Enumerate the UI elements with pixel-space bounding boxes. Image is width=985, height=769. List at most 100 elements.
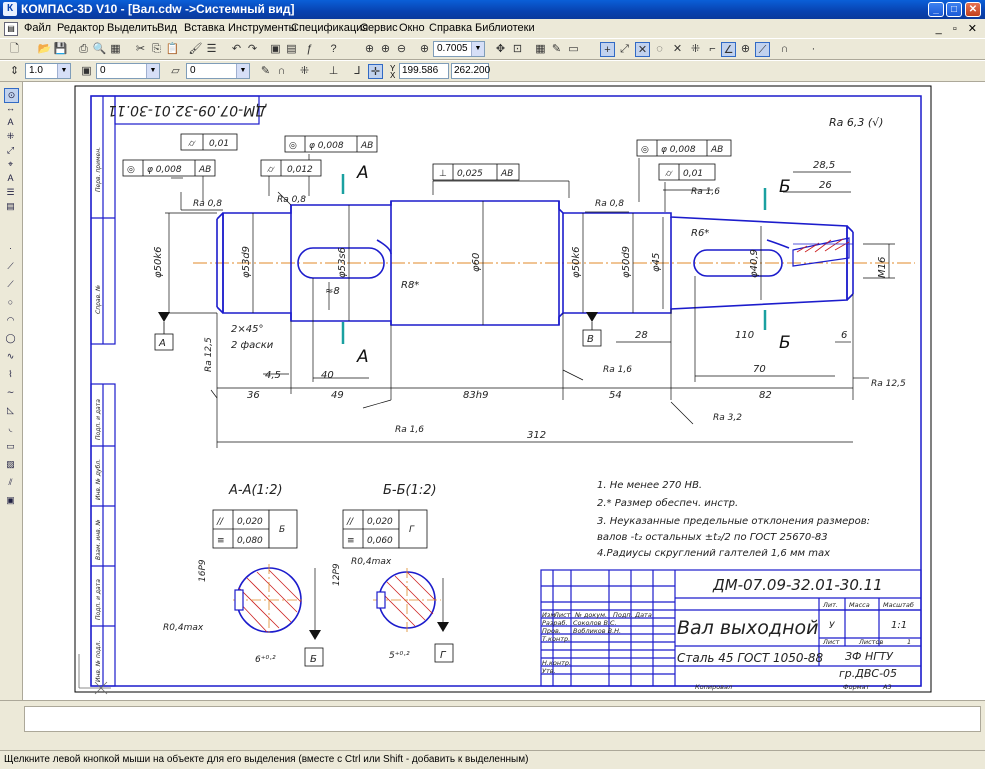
snap-magnet-icon[interactable]: ∩ xyxy=(777,42,792,57)
x-coordinate-field[interactable]: 199.586 xyxy=(399,63,449,79)
zoom-window-icon[interactable]: ⊕ xyxy=(362,42,377,57)
help-icon[interactable]: ? xyxy=(326,42,341,57)
drawing-canvas[interactable]: Перв. примен. Справ. № Подп. и дата Инв.… xyxy=(23,82,985,700)
equidistant-icon[interactable]: ⫽ xyxy=(4,476,17,489)
manager-icon[interactable]: ▣ xyxy=(268,42,283,57)
menu-libraries[interactable]: Библиотеки xyxy=(475,22,535,34)
fillet-icon[interactable]: ◟ xyxy=(4,422,17,435)
ortho-mode-icon[interactable]: ⅃ xyxy=(350,64,365,79)
menu-file[interactable]: Файл xyxy=(24,22,51,34)
snap-more-icon[interactable]: · xyxy=(806,42,821,57)
zoom-out-icon[interactable]: ⊖ xyxy=(394,42,409,57)
snap-normal-icon[interactable]: ✕ xyxy=(670,42,685,57)
curve-icon[interactable]: ∼ xyxy=(4,386,17,399)
snap-angle-icon[interactable]: ∠ xyxy=(721,42,736,57)
snap-center-icon[interactable]: ⊕ xyxy=(738,42,753,57)
arc-icon[interactable]: ◠ xyxy=(4,314,17,327)
spline-icon[interactable]: ∿ xyxy=(4,350,17,363)
polyline-icon[interactable]: ⌇ xyxy=(4,368,17,381)
macro-icon[interactable]: ▣ xyxy=(4,494,17,507)
view-state-icon[interactable]: ▱ xyxy=(168,64,183,79)
layer-combo[interactable]: 0 ▼ xyxy=(96,63,160,79)
grid-icon[interactable]: ⁜ xyxy=(297,64,312,79)
maximize-button[interactable]: □ xyxy=(946,2,962,17)
view-combo[interactable]: 0 ▼ xyxy=(186,63,250,79)
menu-select[interactable]: Выделить xyxy=(107,22,158,34)
menu-view[interactable]: Вид xyxy=(157,22,177,34)
chevron-down-icon[interactable]: ▼ xyxy=(57,64,70,78)
mdi-window-buttons[interactable]: _ ▫ ✕ xyxy=(936,22,981,35)
undo-icon[interactable]: ↶ xyxy=(229,42,244,57)
hatch-icon[interactable]: ▨ xyxy=(4,458,17,471)
y-coordinate-field[interactable]: 262.200 xyxy=(451,63,490,79)
menu-specification[interactable]: Спецификация xyxy=(291,22,368,34)
step-combo[interactable]: 1.0 ▼ xyxy=(25,63,71,79)
redo-icon[interactable]: ↷ xyxy=(245,42,260,57)
menu-editor[interactable]: Редактор xyxy=(57,22,104,34)
paste-icon[interactable]: 📋 xyxy=(165,42,180,57)
snap-intersection-icon[interactable]: ✕ xyxy=(635,42,650,57)
chevron-down-icon[interactable]: ▼ xyxy=(146,64,159,78)
preview-icon[interactable]: 🔍 xyxy=(92,42,107,57)
library-icon[interactable]: ▤ xyxy=(284,42,299,57)
spec-icon[interactable]: ☰ xyxy=(4,186,17,199)
ortho-icon[interactable]: ✎ xyxy=(258,64,273,79)
report-icon[interactable]: ▤ xyxy=(4,200,17,213)
rectangle-icon[interactable]: ▭ xyxy=(4,440,17,453)
ellipse-icon[interactable]: ◯ xyxy=(4,332,17,345)
circle-icon[interactable]: ○ xyxy=(4,296,17,309)
snap-tangent-icon[interactable]: ◌ xyxy=(652,42,667,57)
menu-tools[interactable]: Инструменты xyxy=(228,22,297,34)
zoom-scale-icon[interactable]: ⊕ xyxy=(417,42,432,57)
layer-icon[interactable]: ▣ xyxy=(79,64,94,79)
refresh-icon[interactable]: ▦ xyxy=(533,42,548,57)
save-icon[interactable]: 💾 xyxy=(53,42,68,57)
local-cs-icon[interactable]: ⊥ xyxy=(326,64,341,79)
menu-insert[interactable]: Вставка xyxy=(184,22,225,34)
geometry-icon[interactable]: ⊙ xyxy=(4,88,19,103)
zoom-in-icon[interactable]: ⊕ xyxy=(378,42,393,57)
cut-icon[interactable]: ✂ xyxy=(133,42,148,57)
menu-window[interactable]: Окно xyxy=(399,22,425,34)
zoom-combo[interactable]: 0.7005 ▼ xyxy=(433,41,485,57)
new-document-icon[interactable]: 🗋 xyxy=(7,42,22,57)
snap-nearest-icon[interactable]: ⤢ xyxy=(617,42,632,57)
close-button[interactable]: ✕ xyxy=(965,2,981,17)
edit-icon[interactable]: ⁜ xyxy=(4,130,17,143)
document-menu-icon[interactable]: ▤ xyxy=(4,22,18,36)
kompas-app-icon[interactable]: К xyxy=(3,2,17,16)
line-icon[interactable]: ⟋ xyxy=(4,260,17,273)
chevron-down-icon[interactable]: ▼ xyxy=(236,64,249,78)
snap-point-icon[interactable]: + xyxy=(600,42,615,57)
menu-service[interactable]: Сервис xyxy=(360,22,398,34)
round-icon[interactable]: ✛ xyxy=(368,64,383,79)
minimize-button[interactable]: _ xyxy=(928,2,944,17)
point-icon[interactable]: · xyxy=(4,242,17,255)
dimensions-icon[interactable]: ↔ xyxy=(4,102,17,115)
segment-icon[interactable]: ⟋ xyxy=(4,278,17,291)
symbols-icon[interactable]: A xyxy=(4,116,17,129)
drawing-sheet[interactable]: Перв. примен. Справ. № Подп. и дата Инв.… xyxy=(23,82,985,700)
magnet-icon[interactable]: ∩ xyxy=(274,64,289,79)
properties-area[interactable] xyxy=(24,706,981,732)
view-icon[interactable]: ▭ xyxy=(566,42,581,57)
snap-align-icon[interactable]: ⟋ xyxy=(755,42,770,57)
snap-middle-icon[interactable]: ⌐ xyxy=(705,42,720,57)
print-icon[interactable]: ⎙ xyxy=(76,42,91,57)
properties-icon[interactable]: ☰ xyxy=(204,42,219,57)
show-all-icon[interactable]: ⊡ xyxy=(510,42,525,57)
format-brush-icon[interactable]: 🖌 xyxy=(188,42,203,57)
variables-icon[interactable]: ƒ xyxy=(302,42,317,57)
select-icon[interactable]: A xyxy=(4,172,17,185)
measure-icon[interactable]: ⌖ xyxy=(4,158,17,171)
parametrization-icon[interactable]: ⤢ xyxy=(4,144,17,157)
open-icon[interactable]: 📂 xyxy=(37,42,52,57)
pan-icon[interactable]: ✥ xyxy=(493,42,508,57)
step-cursor-icon[interactable]: ⇕ xyxy=(7,64,22,79)
print-layout-icon[interactable]: ▦ xyxy=(108,42,123,57)
copy-icon[interactable]: ⎘ xyxy=(149,42,164,57)
layers-icon[interactable]: ✎ xyxy=(549,42,564,57)
chamfer-icon[interactable]: ◺ xyxy=(4,404,17,417)
menu-help[interactable]: Справка xyxy=(429,22,472,34)
chevron-down-icon[interactable]: ▼ xyxy=(471,42,484,56)
